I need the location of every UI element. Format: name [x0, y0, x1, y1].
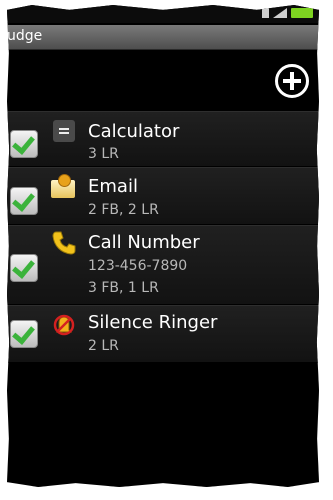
status-icons [262, 8, 313, 18]
list-item-call-number[interactable]: Call Number 123-456-7890 3 FB, 1 LR [7, 225, 319, 305]
title-bar: udge [7, 25, 319, 50]
status-bar [7, 5, 319, 23]
item-detail: 3 FB, 1 LR [88, 280, 159, 296]
plus-vertical [290, 72, 294, 90]
item-number: 123-456-7890 [88, 258, 188, 274]
item-title: Calculator [88, 121, 180, 142]
signal-icon [273, 8, 287, 18]
item-detail: 3 LR [88, 146, 119, 162]
battery-icon [291, 8, 313, 18]
item-detail: 2 LR [88, 338, 119, 354]
list-item-email[interactable]: Email 2 FB, 2 LR [7, 167, 319, 225]
checkbox-call-number[interactable] [10, 254, 38, 282]
item-title: Silence Ringer [88, 312, 218, 333]
checkbox-email[interactable] [10, 187, 38, 215]
screenshot-frame: udge Calculator 3 LR Email 2 FB, 2 LR Ca… [7, 5, 319, 487]
action-list: Calculator 3 LR Email 2 FB, 2 LR Call Nu… [7, 111, 319, 363]
list-item-calculator[interactable]: Calculator 3 LR [7, 111, 319, 167]
notification-icon [262, 8, 269, 18]
calculator-icon [53, 120, 75, 142]
silence-ringer-icon [51, 312, 77, 338]
check-icon [12, 321, 35, 345]
check-icon [12, 188, 35, 212]
item-title: Call Number [88, 232, 200, 253]
email-icon [51, 174, 75, 198]
item-title: Email [88, 176, 138, 197]
check-icon [12, 131, 35, 155]
list-item-silence-ringer[interactable]: Silence Ringer 2 LR [7, 305, 319, 363]
checkbox-calculator[interactable] [10, 130, 38, 158]
plus-circle-icon[interactable] [275, 64, 309, 98]
check-icon [12, 255, 35, 279]
app-title: udge [7, 28, 43, 44]
item-detail: 2 FB, 2 LR [88, 202, 159, 218]
checkbox-silence-ringer[interactable] [10, 320, 38, 348]
phone-icon [51, 230, 77, 256]
